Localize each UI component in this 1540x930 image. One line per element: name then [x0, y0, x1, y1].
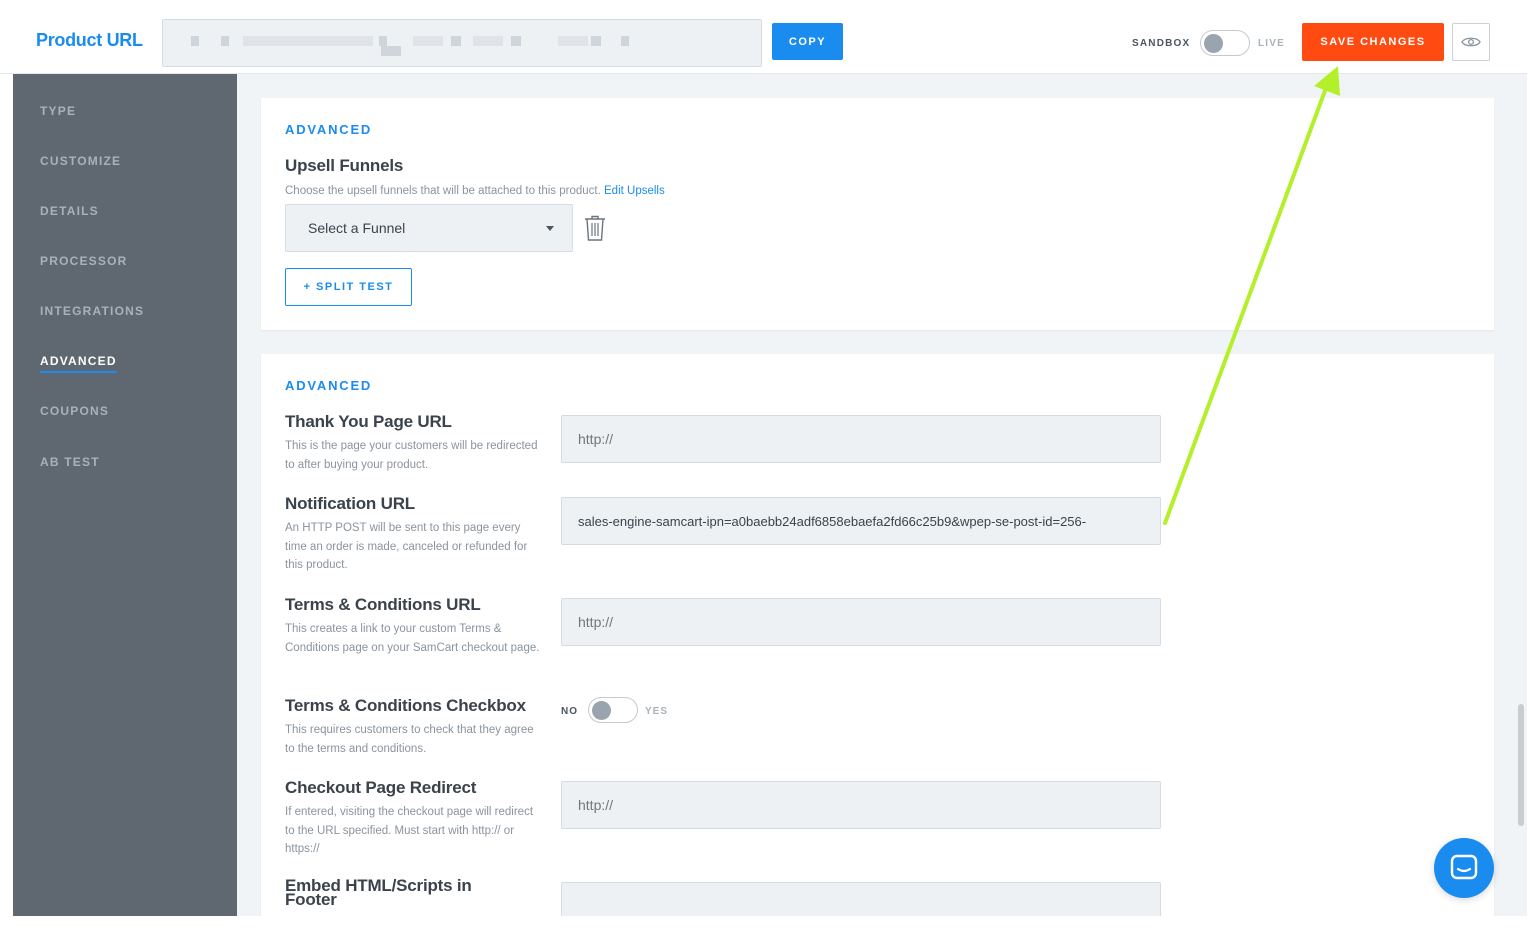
terms-url-title: Terms & Conditions URL: [285, 595, 481, 614]
section-title: ADVANCED: [285, 378, 373, 393]
notification-url-input[interactable]: [561, 497, 1161, 545]
terms-checkbox-toggle[interactable]: [588, 697, 638, 723]
upsell-funnels-desc: Choose the upsell funnels that will be a…: [285, 182, 885, 201]
eye-icon: [1461, 37, 1481, 47]
terms-url-input[interactable]: [561, 598, 1161, 646]
blurred-url-text: [473, 36, 503, 46]
terms-url-desc: This creates a link to your custom Terms…: [285, 623, 540, 654]
top-bar: Product URL COPY SANDBOX LIVE SAVE CHANG…: [0, 0, 1527, 74]
terms-no-label: NO: [561, 706, 578, 717]
blurred-url-text: [221, 36, 229, 46]
sidebar-item-advanced[interactable]: ADVANCED: [40, 354, 117, 373]
split-test-button[interactable]: + SPLIT TEST: [285, 268, 412, 306]
toggle-knob: [592, 701, 611, 720]
toggle-knob: [1204, 34, 1223, 53]
sidebar-item-details[interactable]: DETAILS: [40, 204, 99, 218]
blurred-url-text: [558, 36, 588, 46]
embed-footer-title: Embed HTML/Scripts in Footer: [285, 876, 472, 909]
product-url-field[interactable]: [162, 19, 762, 67]
product-url-label: Product URL: [36, 30, 143, 50]
checkout-redirect-title: Checkout Page Redirect: [285, 778, 477, 797]
blurred-url-text: [511, 36, 521, 46]
copy-button[interactable]: COPY: [772, 23, 843, 60]
notification-url-title: Notification URL: [285, 494, 415, 513]
main-content: ADVANCED Upsell Funnels Choose the upsel…: [237, 74, 1527, 916]
sidebar-item-customize[interactable]: CUSTOMIZE: [40, 154, 121, 168]
thank-you-url-desc: This is the page your customers will be …: [285, 440, 538, 471]
upsell-desc-text: Choose the upsell funnels that will be a…: [285, 185, 601, 197]
sidebar-item-integrations[interactable]: INTEGRATIONS: [40, 304, 144, 318]
checkout-redirect-input[interactable]: [561, 781, 1161, 829]
trash-icon: [585, 215, 605, 241]
save-changes-button[interactable]: SAVE CHANGES: [1302, 23, 1444, 61]
sandbox-label: SANDBOX: [1132, 38, 1191, 49]
sidebar: TYPE CUSTOMIZE DETAILS PROCESSOR INTEGRA…: [13, 74, 237, 916]
chat-icon: [1450, 854, 1478, 880]
funnel-select[interactable]: Select a Funnel: [285, 204, 573, 252]
sidebar-item-type[interactable]: TYPE: [40, 104, 76, 118]
checkout-redirect-desc: If entered, visiting the checkout page w…: [285, 806, 534, 855]
sandbox-live-toggle[interactable]: [1200, 30, 1250, 56]
blurred-url-text: [191, 36, 199, 46]
scrollbar[interactable]: [1515, 74, 1527, 916]
section-title: ADVANCED: [285, 122, 373, 137]
funnel-select-value: Select a Funnel: [308, 220, 406, 236]
sidebar-item-coupons[interactable]: COUPONS: [40, 404, 109, 418]
terms-checkbox-title: Terms & Conditions Checkbox: [285, 696, 526, 715]
blurred-url-text: [379, 36, 387, 46]
blurred-url-text: [591, 36, 601, 46]
blurred-url-text: [243, 36, 373, 46]
sidebar-item-ab-test[interactable]: AB TEST: [40, 455, 100, 469]
terms-checkbox-desc: This requires customers to check that th…: [285, 724, 534, 755]
notification-url-desc: An HTTP POST will be sent to this page e…: [285, 522, 528, 571]
sidebar-item-processor[interactable]: PROCESSOR: [40, 254, 127, 268]
embed-footer-textarea[interactable]: [561, 882, 1161, 916]
blurred-url-text: [413, 36, 443, 46]
thank-you-url-title: Thank You Page URL: [285, 412, 452, 431]
upsell-funnels-title: Upsell Funnels: [285, 156, 404, 175]
blurred-url-text: [451, 36, 461, 46]
blurred-url-text: [381, 46, 401, 56]
scrollbar-thumb[interactable]: [1518, 704, 1524, 826]
terms-yes-label: YES: [645, 706, 669, 717]
live-label: LIVE: [1258, 38, 1286, 49]
edit-upsells-link[interactable]: Edit Upsells: [604, 185, 665, 197]
upsell-card: ADVANCED Upsell Funnels Choose the upsel…: [261, 98, 1494, 330]
preview-button[interactable]: [1452, 23, 1490, 61]
delete-funnel-button[interactable]: [583, 214, 607, 247]
chat-button[interactable]: [1434, 838, 1494, 898]
thank-you-url-input[interactable]: [561, 415, 1161, 463]
advanced-card: ADVANCED Thank You Page URL This is the …: [261, 354, 1494, 916]
blurred-url-text: [621, 36, 629, 46]
chevron-down-icon: [546, 226, 554, 231]
